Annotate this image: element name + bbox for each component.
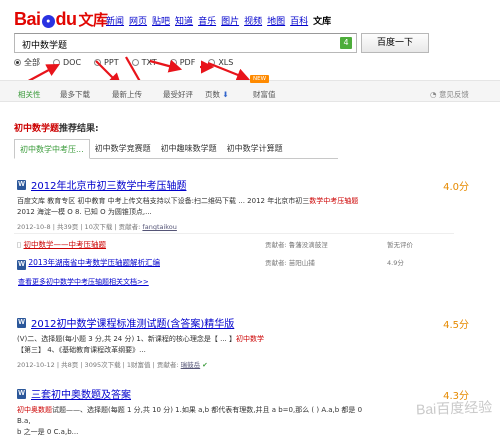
desc-text-2: b 之一是 0 C.a,b... <box>17 428 79 436</box>
result-item: W 2012初中数学课程标准测试题(含答案)精华版 4.5分 (V)二、选择题(… <box>17 315 477 369</box>
search-input[interactable]: 初中数学题 4 <box>14 33 357 53</box>
sort-relevance[interactable]: 相关性 <box>18 89 41 100</box>
watermark-text: Bai百度经验 <box>415 398 493 418</box>
result-title-link[interactable]: 2012初中数学课程标准测试题(含答案)精华版 <box>31 315 234 330</box>
nav-images[interactable]: 图片 <box>221 14 239 27</box>
nav-news[interactable]: 新闻 <box>106 14 124 27</box>
more-link[interactable]: 查看更多初中数学中考压轴题相关文档>> <box>18 277 149 287</box>
result-item: W 2012年北京市初三数学中考压轴题 4.0分 百度文库 教育专区 初中教育 … <box>17 177 477 231</box>
sub-result-contributor: 贡献者: 鲁藩没滴鼓涅 <box>265 241 328 249</box>
arrow-xls <box>207 61 251 82</box>
sort-most-downloads[interactable]: 最多下载 <box>60 89 90 100</box>
result-description: 初中奥数题试题——、选择题(每题 1 分,共 10 分) 1.如果 a,b 都代… <box>17 405 372 438</box>
arrow-txt <box>149 59 183 73</box>
desc-text-2: 2012 海淀一模 O 8. 已知 O 为圆锥顶点,... <box>17 208 152 216</box>
result-score: 4.5分 <box>443 320 469 331</box>
sort-best-rated[interactable]: 最受好评 <box>163 89 193 100</box>
contributor-link[interactable]: fangtaikou <box>142 223 176 231</box>
result-meta: 2012-10-8 | 共39页 | 10次下载 | 贡献者: fangtaik… <box>17 221 477 231</box>
feedback-icon: ◔ <box>430 90 437 99</box>
down-arrow-icon: ⬇ <box>222 90 229 99</box>
sub-result-title[interactable]: 初中数学——中考压轴题 <box>24 240 107 249</box>
desc-keyword: 数学中考压轴题 <box>309 197 359 205</box>
result-title-link[interactable]: 2012年北京市初三数学中考压轴题 <box>31 177 186 192</box>
tab-calculation[interactable]: 初中数学计算题 <box>222 139 288 159</box>
heading-suffix: 推荐结果: <box>59 124 99 134</box>
tab-competition[interactable]: 初中数学竞赛题 <box>90 139 156 159</box>
doc-icon: ▯ <box>17 240 22 249</box>
contributor-link[interactable]: 瑞鼓岳 <box>181 361 201 369</box>
meta-text: 2012-10-8 | 共39页 | 10次下载 | 贡献者: <box>17 223 141 231</box>
feedback-link[interactable]: ◔ 意见反馈 <box>430 89 469 100</box>
result-description: (V)二、选择题(每小题 3 分,共 24 分) 1、新课程的核心理念是【 ..… <box>17 334 372 356</box>
sub-result-item: ▯ 初中数学——中考压轴题 贡献者: 鲁藩没滴鼓涅 暂无评价 <box>17 239 477 250</box>
result-title-row: W 2012年北京市初三数学中考压轴题 <box>17 177 477 192</box>
word-doc-icon: W <box>17 317 26 328</box>
desc-text: (V)二、选择题(每小题 3 分,共 24 分) 1、新课程的核心理念是【 ..… <box>17 335 237 343</box>
feedback-label: 意见反馈 <box>438 90 469 99</box>
result-count-badge: 4 <box>340 37 352 49</box>
sort-pages[interactable]: 页数 ⬇ <box>205 89 229 100</box>
result-title-link[interactable]: 三套初中奥数题及答案 <box>31 386 131 401</box>
sub-result-title[interactable]: 2013年湖南省中考数学压轴题解析汇编 <box>28 258 160 267</box>
nav-video[interactable]: 视频 <box>244 14 262 27</box>
result-title-row: W 2012初中数学课程标准测试题(含答案)精华版 <box>17 315 477 330</box>
tab-fun-math[interactable]: 初中趣味数学题 <box>156 139 222 159</box>
result-score: 4.0分 <box>443 182 469 193</box>
nav-music[interactable]: 音乐 <box>198 14 216 27</box>
word-doc-icon: W <box>17 260 26 270</box>
meta-text: 2012-10-12 | 共8页 | 3095次下载 | 1财富值 | 贡献者: <box>17 361 179 369</box>
desc-keyword: 初中奥数题 <box>17 406 52 414</box>
paw-icon: ● <box>41 15 55 28</box>
sort-newest[interactable]: 最新上传 <box>112 89 142 100</box>
top-nav: 新闻 网页 贴吧 知道 音乐 图片 视频 地图 百科 文库 <box>106 14 331 27</box>
baidu-wenku-logo[interactable]: Bai ● du 文库 <box>14 9 108 30</box>
sort-bar: 相关性 最多下载 最新上传 最受好评 页数 ⬇ 财富值 NEW ◔ 意见反馈 <box>0 75 500 102</box>
word-doc-icon: W <box>17 388 26 399</box>
result-meta: 2012-10-12 | 共8页 | 3095次下载 | 1财富值 | 贡献者:… <box>17 359 477 369</box>
tab-exam-final[interactable]: 初中数学中考压... <box>14 139 90 159</box>
sub-result-contributor: 贡献者: 苗阳山捕 <box>265 259 315 267</box>
desc-text: 百度文库 教育专区 初中教育 中考上传文档支持以下设备:扫二维码下载 ... 2… <box>17 197 310 205</box>
desc-text-2: 【第三】 4、《基础教育课程改革纲要》... <box>17 346 146 354</box>
nav-baike[interactable]: 百科 <box>290 14 308 27</box>
nav-tieba[interactable]: 贴吧 <box>152 14 170 27</box>
recommend-tabs: 初中数学中考压... 初中数学竞赛题 初中趣味数学题 初中数学计算题 <box>14 139 338 159</box>
nav-web[interactable]: 网页 <box>129 14 147 27</box>
sort-pages-label: 页数 <box>205 90 220 99</box>
divider <box>14 233 454 234</box>
recommend-heading: 初中数学题推荐结果: <box>14 121 99 134</box>
result-description: 百度文库 教育专区 初中教育 中考上传文档支持以下设备:扫二维码下载 ... 2… <box>17 196 372 218</box>
logo-text-du: du <box>55 9 78 29</box>
sub-result-item: W 2013年湖南省中考数学压轴题解析汇编 贡献者: 苗阳山捕 4.9分 <box>17 257 477 270</box>
nav-map[interactable]: 地图 <box>267 14 285 27</box>
new-badge: NEW <box>250 75 270 83</box>
heading-keyword: 初中数学题 <box>14 124 60 134</box>
logo-text-wenku: 文库 <box>78 12 109 29</box>
nav-zhidao[interactable]: 知道 <box>175 14 193 27</box>
sub-result-rating: 4.9分 <box>387 259 404 267</box>
sub-result-rating: 暂无评价 <box>387 241 413 249</box>
desc-keyword: 初中数学 <box>236 335 265 343</box>
word-doc-icon: W <box>17 179 26 190</box>
logo-text-bai: Bai <box>14 9 41 29</box>
verified-icon: ✔ <box>202 361 208 369</box>
search-button[interactable]: 百度一下 <box>361 33 429 53</box>
watermark-logo: Bai百度经验 <box>415 397 493 420</box>
desc-text: 试题——、选择题(每题 1 分,共 10 分) 1.如果 a,b 都代表有理数,… <box>17 406 363 425</box>
result-item: W 三套初中奥数题及答案 4.3分 初中奥数题试题——、选择题(每题 1 分,共… <box>17 386 477 438</box>
nav-wenku-current: 文库 <box>313 17 332 27</box>
result-title-row: W 三套初中奥数题及答案 <box>17 386 477 401</box>
search-input-value: 初中数学题 <box>22 41 68 51</box>
sort-wealth[interactable]: 财富值 <box>253 89 276 100</box>
